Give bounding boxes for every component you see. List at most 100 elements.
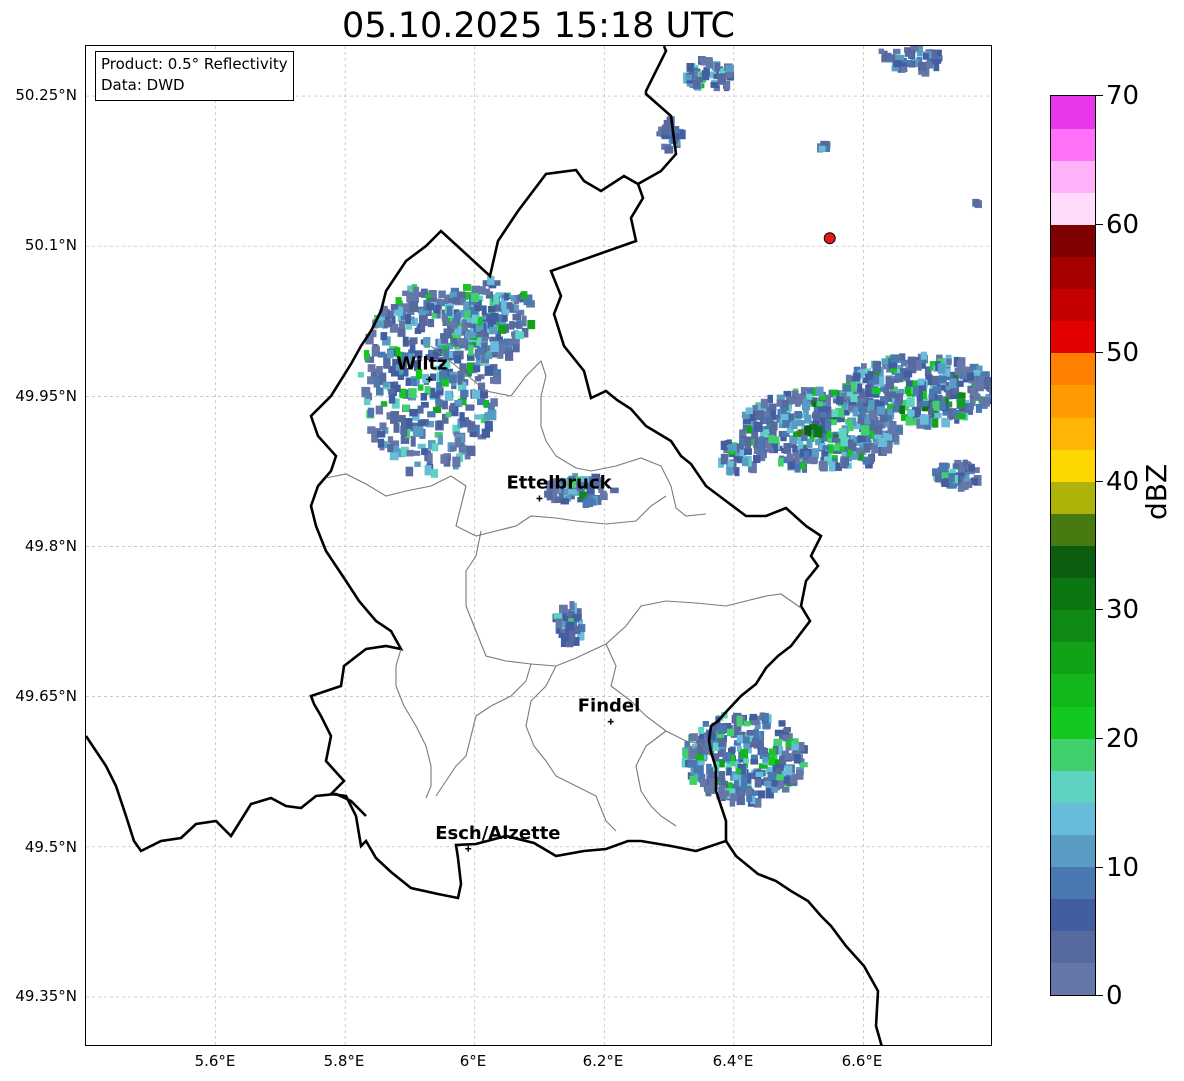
lat-tick-label: 49.35°N <box>15 987 77 1005</box>
radar-echo-pixel <box>753 454 761 464</box>
radar-echo-pixel <box>899 353 906 361</box>
radar-echo-pixel <box>701 70 709 77</box>
radar-echo-pixel <box>848 424 854 432</box>
colorbar-tick-label: 50 <box>1106 338 1140 368</box>
radar-echo-pixel <box>727 460 734 468</box>
colorbar-segment <box>1051 898 1095 932</box>
radar-echo-pixel <box>791 420 798 430</box>
radar-echo-pixel <box>750 759 759 765</box>
radar-echo-pixel <box>454 314 461 322</box>
radar-echo-pixel <box>822 445 830 451</box>
radar-echo-pixel <box>895 54 905 61</box>
radar-echo-pixel <box>689 733 698 742</box>
radar-echo-pixel <box>383 357 391 369</box>
lon-tick-label: 5.6°E <box>194 1052 236 1070</box>
radar-echo-pixel <box>493 294 500 305</box>
radar-echo-pixel <box>872 362 882 373</box>
radar-echo-pixel <box>561 636 570 642</box>
radar-echo-pixel <box>466 330 472 340</box>
radar-echo-pixel <box>721 790 730 797</box>
radar-echo-pixel <box>376 387 384 396</box>
radar-echo-pixel <box>702 721 709 727</box>
radar-echo-pixel <box>417 405 424 414</box>
radar-echo-pixel <box>862 456 869 465</box>
radar-echo-pixel <box>886 415 892 421</box>
radar-echo-pixel <box>498 324 507 334</box>
radar-echo-pixel <box>835 396 844 405</box>
radar-echo-pixel <box>559 604 568 614</box>
radar-echo-pixel <box>424 465 432 476</box>
colorbar-segment <box>1051 641 1095 675</box>
radar-echo-pixel <box>471 389 481 399</box>
dbz-colorbar <box>1050 95 1096 996</box>
radar-echo-pixel <box>450 445 457 452</box>
radar-echo-pixel <box>387 349 394 359</box>
radar-echo-pixel <box>760 398 769 409</box>
radar-echo-pixel <box>410 435 416 447</box>
radar-echo-pixel <box>463 301 470 312</box>
colorbar-tick-label: 30 <box>1106 595 1140 625</box>
radar-echo-pixel <box>385 320 393 327</box>
radar-echo-pixel <box>820 140 829 147</box>
radar-echo-pixel <box>778 720 786 727</box>
colorbar-segment <box>1051 609 1095 643</box>
radar-echo-pixel <box>513 304 520 312</box>
radar-echo-pixel <box>965 481 973 489</box>
radar-echo-pixel <box>365 391 371 399</box>
radar-echo-pixel <box>736 715 743 727</box>
radar-echo-pixel <box>968 464 975 472</box>
colorbar-segment <box>1051 288 1095 322</box>
product-info-box: Product: 0.5° Reflectivity Data: DWD <box>95 51 294 101</box>
colorbar-segment <box>1051 802 1095 835</box>
radar-echo-pixel <box>941 478 950 487</box>
radar-echo-pixel <box>377 351 386 358</box>
radar-echo-pixel <box>972 198 980 207</box>
radar-echo-pixel <box>450 321 459 329</box>
radar-map[interactable]: Wiltz Ettelbruck Findel Esch/Alzette <box>85 45 992 1046</box>
radar-echo-pixel <box>397 327 406 337</box>
radar-echo-pixel <box>744 448 752 455</box>
radar-echo-pixel <box>957 398 965 409</box>
radar-echo-pixel <box>675 133 682 140</box>
radar-echo-pixel <box>917 378 925 386</box>
lat-tick-label: 49.5°N <box>24 838 77 856</box>
radar-echo-pixel <box>405 377 411 386</box>
radar-echo-pixel <box>794 463 801 473</box>
radar-echo-pixel <box>812 448 820 457</box>
radar-echo-pixel <box>441 400 448 410</box>
city-marker-icon <box>607 718 614 725</box>
colorbar-tick <box>1096 352 1103 353</box>
radar-echo-pixel <box>933 62 940 72</box>
radar-echo-pixel <box>957 392 966 399</box>
colorbar-segment <box>1051 160 1095 193</box>
radar-echo-pixel <box>783 727 791 733</box>
city-label: Findel <box>578 696 641 717</box>
radar-echo-pixel <box>773 738 782 747</box>
radar-echo-pixel <box>883 434 893 441</box>
radar-echo-pixel <box>746 730 754 736</box>
radar-echo-pixel <box>804 451 810 458</box>
radar-echo-pixel <box>698 726 705 734</box>
radar-echo-pixel <box>903 370 913 378</box>
radar-echo-pixel <box>379 422 387 430</box>
radar-echo-pixel <box>763 429 769 438</box>
colorbar-segment <box>1051 545 1095 579</box>
radar-echo-pixel <box>421 288 428 295</box>
radar-echo-pixel <box>504 293 510 301</box>
radar-echo-pixel <box>705 59 714 69</box>
radar-echo-pixel <box>949 378 957 389</box>
radar-echo-pixel <box>973 369 981 376</box>
radar-echo-pixel <box>695 76 704 83</box>
radar-echo-pixel <box>689 775 698 785</box>
radar-echo-pixel <box>975 404 983 413</box>
radar-echo-pixel <box>364 350 370 360</box>
radar-echo-pixel <box>744 721 751 727</box>
radar-echo-pixel <box>452 456 461 468</box>
radar-echo-pixel <box>934 412 942 418</box>
radar-echo-pixel <box>957 413 966 420</box>
radar-echo-pixel <box>390 304 399 310</box>
radar-echo-pixel <box>417 443 426 449</box>
colorbar-segment <box>1051 481 1095 514</box>
colorbar-segment <box>1051 962 1095 996</box>
radar-echo-pixel <box>452 297 461 304</box>
